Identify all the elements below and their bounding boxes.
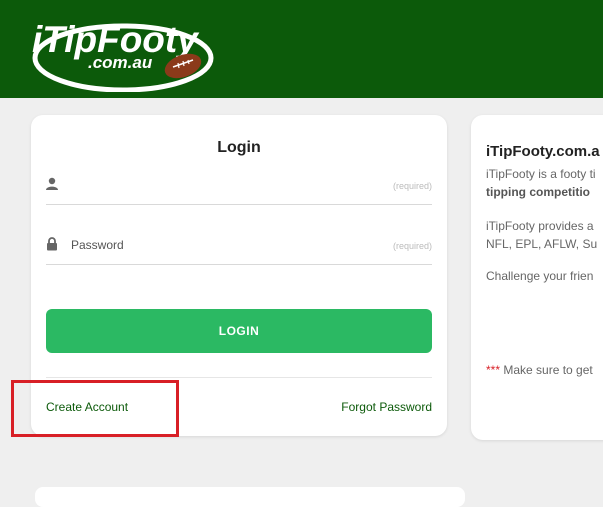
logo-domain-text: .com.au bbox=[88, 53, 153, 72]
divider bbox=[46, 377, 432, 378]
bottom-card bbox=[35, 487, 465, 507]
info-p4-text: Make sure to get bbox=[500, 363, 593, 377]
password-field: (required) bbox=[46, 229, 432, 265]
info-p2-line2: NFL, EPL, AFLW, Su bbox=[486, 237, 598, 251]
forgot-password-link[interactable]: Forgot Password bbox=[341, 400, 432, 414]
info-p1-line1: iTipFooty is a footy ti bbox=[486, 167, 596, 181]
info-p1-line2: tipping competitio bbox=[486, 185, 590, 199]
username-field: (required) bbox=[46, 169, 432, 205]
login-button[interactable]: LOGIN bbox=[46, 309, 432, 353]
site-logo[interactable]: iTipFooty .com.au bbox=[28, 6, 238, 92]
lock-icon bbox=[47, 237, 57, 251]
info-paragraph-1: iTipFooty is a footy ti tipping competit… bbox=[486, 165, 596, 201]
site-header: iTipFooty .com.au bbox=[0, 0, 603, 98]
info-p2-line1: iTipFooty provides a bbox=[486, 219, 594, 233]
info-card: iTipFooty.com.a iTipFooty is a footy ti … bbox=[471, 115, 603, 440]
user-icon bbox=[46, 177, 58, 190]
username-required-hint: (required) bbox=[392, 181, 432, 191]
info-paragraph-4: *** Make sure to get bbox=[486, 361, 593, 379]
info-title: iTipFooty.com.a bbox=[486, 143, 600, 160]
highlight-annotation bbox=[11, 380, 179, 437]
username-input[interactable] bbox=[71, 174, 361, 196]
password-input[interactable] bbox=[71, 234, 361, 256]
info-asterisks: *** bbox=[486, 363, 501, 377]
password-required-hint: (required) bbox=[392, 241, 432, 251]
login-title: Login bbox=[217, 139, 261, 156]
info-paragraph-2: iTipFooty provides a NFL, EPL, AFLW, Su bbox=[486, 217, 597, 253]
info-paragraph-3: Challenge your frien bbox=[486, 269, 594, 283]
